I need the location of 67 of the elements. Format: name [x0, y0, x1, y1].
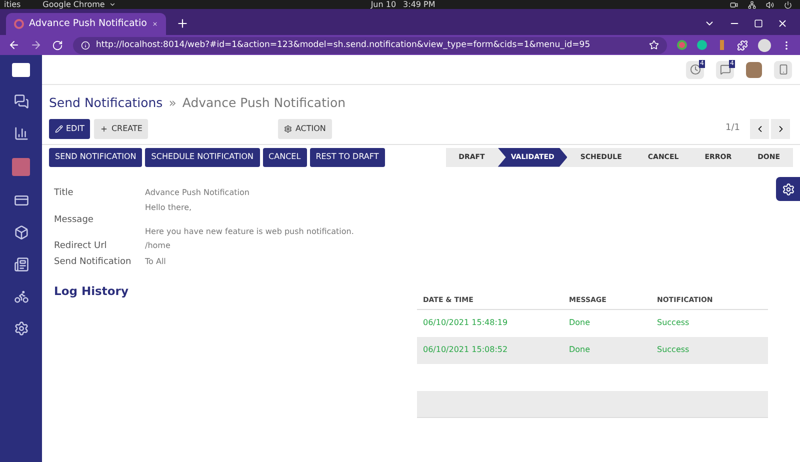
app-menu[interactable]: Google Chrome [42, 0, 116, 9]
breadcrumb-separator: » [168, 94, 176, 112]
workflow-button[interactable]: CANCEL [262, 148, 307, 167]
field-value: Hello there, [145, 202, 193, 214]
mobile-button[interactable] [774, 60, 792, 78]
plus-icon [100, 124, 108, 133]
settings-icon [782, 182, 794, 196]
extensions-icon[interactable] [737, 40, 748, 50]
field-label: Redirect Url [54, 240, 108, 254]
url-text: http://localhost:8014/web?#id=1&action=123&model=sh.send.notification&view_type=form&cids=1&menu_id=95 [96, 38, 592, 52]
maximize-icon[interactable] [754, 19, 763, 28]
table-cell-text: 06/10/2021 15:48:19 [423, 317, 509, 329]
action-button[interactable]: ACTION [278, 118, 332, 139]
workflow-button[interactable]: SCHEDULE NOTIFICATION [145, 148, 260, 167]
volume-icon[interactable] [766, 0, 774, 8]
tab-title: Advance Push Notificatio [29, 16, 147, 31]
breadcrumb-link[interactable]: Send Notifications [49, 94, 163, 113]
workflow-button[interactable]: REST TO DRAFT [310, 148, 385, 167]
bookmark-star-icon[interactable] [649, 40, 659, 50]
field-value: /home [145, 240, 172, 252]
table-cell-text: Done [569, 344, 592, 356]
pager-text: 1/1 [726, 122, 740, 135]
power-icon[interactable] [784, 0, 792, 8]
network-icon[interactable] [748, 0, 756, 8]
close-icon[interactable] [777, 18, 788, 29]
field-label: Title [54, 186, 74, 200]
table-cell-text: Done [569, 317, 592, 329]
clock-icon [690, 64, 700, 75]
settings-icon[interactable] [14, 321, 28, 336]
field-value: Here you have new feature is web push notification. [145, 226, 355, 238]
back-icon[interactable] [8, 39, 20, 51]
pencil-icon [55, 124, 63, 133]
chat-icon [720, 64, 730, 75]
chat-icon[interactable] [14, 94, 28, 109]
user-avatar[interactable] [746, 62, 762, 78]
workflow-button[interactable]: SEND NOTIFICATION [49, 148, 142, 167]
gear-icon [284, 124, 292, 133]
time-label[interactable]: 3:49 PM [403, 0, 436, 9]
bike-icon[interactable] [14, 289, 28, 304]
field-value: Advance Push Notification [145, 186, 250, 199]
table-cell-text: Success [657, 317, 690, 329]
profile-avatar[interactable] [758, 38, 771, 52]
address-bar[interactable]: http://localhost:8014/web?#id=1&action=123&model=sh.send.notification&view_type=form&cids=1&menu_id=95 [73, 36, 667, 54]
field-value: To All [145, 256, 167, 268]
field-label: Send Notification [54, 256, 132, 269]
edit-button[interactable]: EDIT [49, 118, 90, 139]
table-cell-text: 06/10/2021 15:08:52 [423, 344, 509, 356]
breadcrumb-current: Advance Push Notification [182, 94, 346, 112]
box-icon[interactable] [14, 225, 28, 240]
caret-icon [108, 1, 116, 8]
camera-icon[interactable] [730, 0, 738, 8]
reload-icon[interactable] [52, 40, 63, 50]
browser-tab[interactable]: Advance Push Notificatio [6, 13, 166, 35]
activities-label[interactable]: ities [4, 0, 21, 9]
favicon-icon [14, 19, 24, 29]
info-icon [81, 40, 90, 50]
forward-icon[interactable] [30, 39, 42, 51]
phone-icon [778, 64, 788, 75]
newspaper-icon[interactable] [14, 257, 28, 272]
new-tab-icon[interactable] [176, 17, 189, 30]
create-button[interactable]: CREATE [94, 118, 148, 139]
settings-button[interactable] [776, 177, 800, 201]
card-icon[interactable] [14, 193, 28, 208]
chart-icon[interactable] [14, 126, 28, 141]
field-label: Message [54, 214, 94, 226]
table-cell-text: Success [657, 344, 690, 356]
clock-label[interactable]: Jun 10 [370, 0, 396, 9]
